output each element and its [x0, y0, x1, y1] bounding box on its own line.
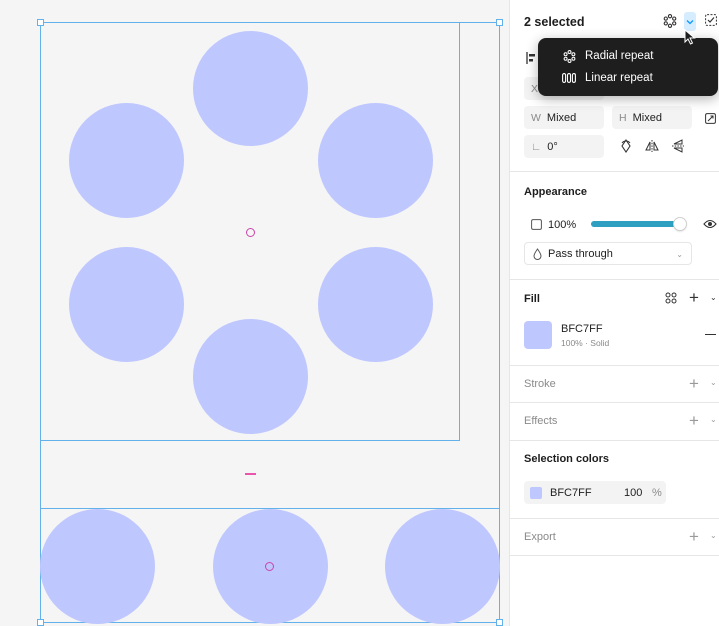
- export-title: Export: [524, 531, 556, 543]
- export-chevron-down-icon[interactable]: ⌄: [710, 531, 717, 540]
- chevron-down-icon: [686, 19, 694, 24]
- flip-horizontal-icon[interactable]: [644, 138, 660, 154]
- fill-hex[interactable]: BFC7FF: [561, 323, 603, 335]
- selection-color-swatch[interactable]: [530, 486, 542, 499]
- stroke-title: Stroke: [524, 378, 556, 390]
- effects-title: Effects: [524, 415, 558, 427]
- width-label: W: [531, 111, 541, 124]
- selection-color-opacity[interactable]: 100: [624, 487, 642, 499]
- linear-repeat-icon: [560, 73, 578, 83]
- select-matching-icon[interactable]: [704, 13, 718, 27]
- effects-section: Effects + ⌄: [510, 403, 719, 441]
- ellipse-upper-right[interactable]: [318, 103, 433, 218]
- opacity-field[interactable]: 100%: [524, 213, 686, 236]
- opacity-icon: [530, 219, 542, 231]
- fill-section: Fill + ⌄ BFC7FF 100% · Solid: [510, 280, 719, 366]
- align-left-icon[interactable]: [524, 50, 538, 66]
- height-field[interactable]: H Mixed: [612, 106, 692, 129]
- style-library-icon[interactable]: [664, 291, 678, 305]
- appearance-title: Appearance: [524, 186, 587, 198]
- mouse-cursor-icon: [684, 29, 696, 45]
- selection-colors-title: Selection colors: [524, 453, 609, 465]
- linear-center-marker[interactable]: [265, 562, 274, 571]
- rotation-value: 0°: [547, 140, 558, 153]
- ellipse-lower-left[interactable]: [69, 247, 184, 362]
- design-canvas[interactable]: [0, 0, 509, 626]
- rotation-icon: ∟: [531, 140, 542, 153]
- effects-chevron-down-icon[interactable]: ⌄: [710, 415, 717, 424]
- opacity-slider[interactable]: [591, 218, 686, 230]
- blend-mode-value: Pass through: [548, 247, 613, 260]
- blend-mode-select[interactable]: Pass through ⌄: [524, 242, 692, 265]
- chevron-down-icon: ⌄: [676, 250, 683, 259]
- resize-handle-bottom-left[interactable]: [37, 619, 44, 626]
- add-stroke-button[interactable]: +: [689, 375, 699, 392]
- opacity-value: 100%: [548, 218, 577, 231]
- export-section: Export + ⌄: [510, 519, 719, 556]
- width-field[interactable]: W Mixed: [524, 106, 604, 129]
- opacity-slider-fill: [591, 221, 680, 227]
- dropdown-item-radial-repeat[interactable]: Radial repeat: [538, 45, 718, 67]
- dropdown-item-label: Linear repeat: [585, 72, 653, 84]
- ellipse-bottom[interactable]: [193, 319, 308, 434]
- ellipse-linear-1[interactable]: [40, 509, 155, 624]
- height-value: Mixed: [632, 111, 662, 124]
- blend-drop-icon: [532, 247, 542, 260]
- ellipse-top[interactable]: [193, 31, 308, 146]
- rotation-field[interactable]: ∟ 0°: [524, 135, 604, 158]
- selection-color-row[interactable]: BFC7FF 100 %: [524, 481, 666, 504]
- radial-center-marker[interactable]: [246, 228, 255, 237]
- resize-handle-top-right[interactable]: [496, 19, 503, 26]
- appearance-section: Appearance 100% Pass through ⌄: [510, 172, 719, 280]
- height-label: H: [619, 111, 627, 124]
- opacity-slider-thumb[interactable]: [674, 218, 686, 230]
- dropdown-item-linear-repeat[interactable]: Linear repeat: [538, 67, 718, 89]
- ellipse-lower-right[interactable]: [318, 247, 433, 362]
- flip-vertical-icon[interactable]: [670, 138, 686, 154]
- spacing-indicator: [245, 473, 256, 475]
- ellipse-linear-3[interactable]: [385, 509, 500, 624]
- stroke-section: Stroke + ⌄: [510, 366, 719, 403]
- visibility-eye-icon[interactable]: [702, 217, 718, 231]
- resize-handle-bottom-right[interactable]: [496, 619, 503, 626]
- stroke-chevron-down-icon[interactable]: ⌄: [710, 378, 717, 387]
- remove-fill-button[interactable]: [705, 334, 716, 336]
- add-effect-button[interactable]: +: [689, 412, 699, 429]
- fill-chevron-down-icon[interactable]: ⌄: [710, 293, 717, 302]
- fill-title: Fill: [524, 293, 540, 305]
- selection-color-hex[interactable]: BFC7FF: [550, 487, 592, 499]
- radial-repeat-icon: [560, 49, 578, 63]
- fill-details: 100% · Solid: [561, 338, 610, 348]
- resize-handle-top-left[interactable]: [37, 19, 44, 26]
- add-fill-button[interactable]: +: [689, 289, 699, 306]
- selection-color-unit: %: [652, 486, 662, 499]
- selection-colors-section: Selection colors BFC7FF 100 %: [510, 441, 719, 519]
- rotate-icon[interactable]: [618, 138, 634, 154]
- ellipse-upper-left[interactable]: [69, 103, 184, 218]
- add-export-button[interactable]: +: [689, 528, 699, 545]
- radial-repeat-icon[interactable]: [662, 13, 678, 29]
- fill-swatch[interactable]: [524, 321, 552, 349]
- repeat-type-dropdown: Radial repeat Linear repeat: [538, 38, 718, 96]
- constrain-proportions-icon[interactable]: [702, 110, 718, 126]
- width-value: Mixed: [546, 111, 577, 124]
- dropdown-item-label: Radial repeat: [585, 50, 654, 62]
- selection-title: 2 selected: [524, 15, 585, 29]
